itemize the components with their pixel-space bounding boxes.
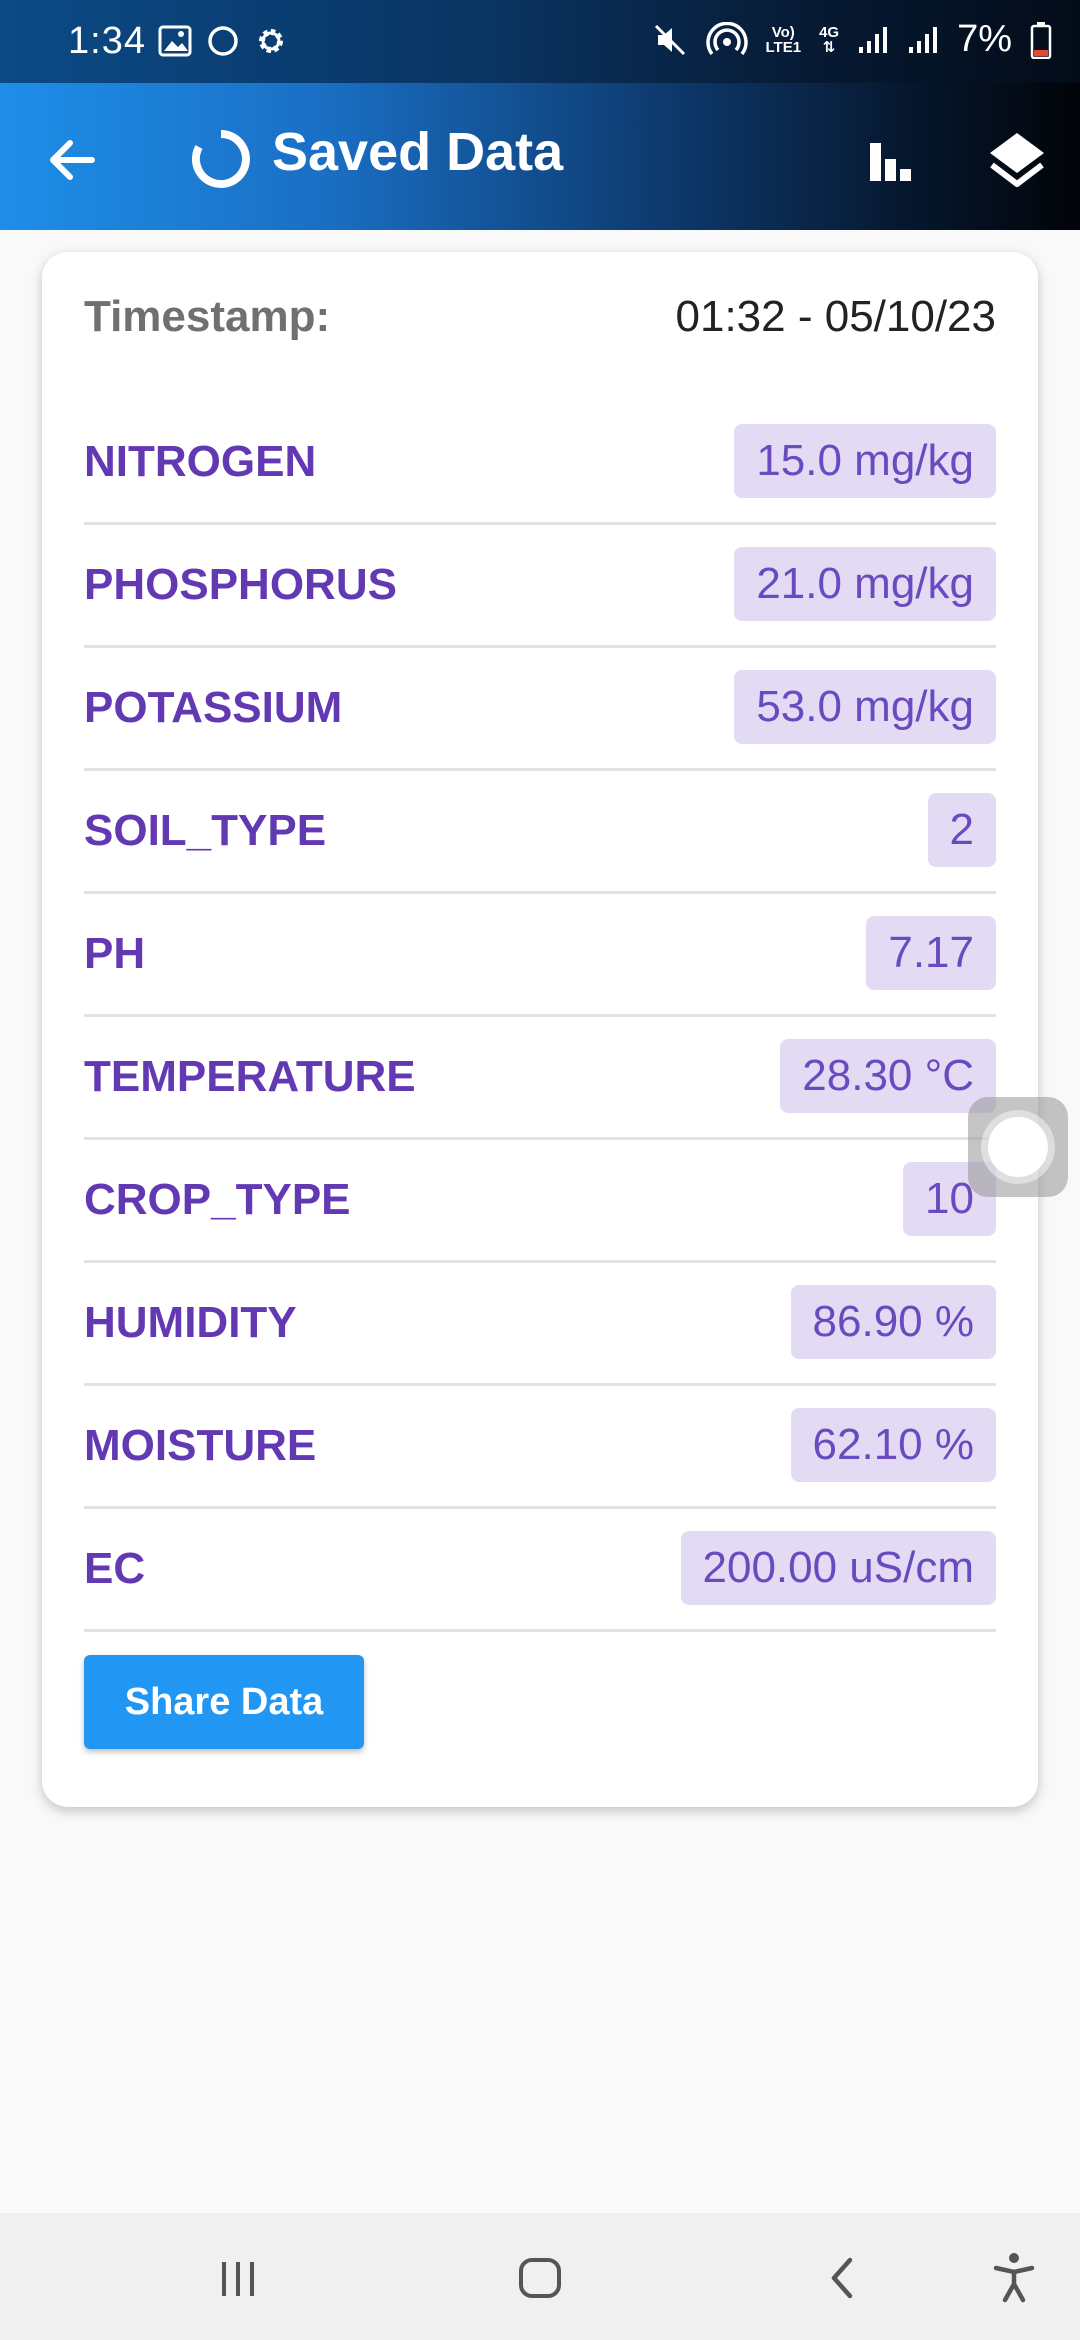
row-value: 15.0 mg/kg bbox=[734, 424, 996, 498]
row-value: 62.10 % bbox=[790, 1408, 996, 1482]
row-label: EC bbox=[84, 1544, 146, 1593]
row-value: 200.00 uS/cm bbox=[680, 1531, 996, 1605]
data-row-ec: EC 200.00 uS/cm bbox=[84, 1509, 996, 1632]
app-bar: Saved Data bbox=[0, 83, 1080, 230]
arrow-left-icon[interactable] bbox=[40, 128, 104, 192]
row-label: PHOSPHORUS bbox=[84, 560, 397, 609]
recent-apps-icon[interactable] bbox=[208, 2248, 268, 2308]
loading-circle-icon bbox=[191, 130, 250, 188]
data-list: NITROGEN 15.0 mg/kg PHOSPHORUS 21.0 mg/k… bbox=[84, 402, 996, 1632]
data-row-crop-type: CROP_TYPE 10 bbox=[84, 1140, 996, 1263]
mute-icon bbox=[654, 24, 685, 55]
gear-icon bbox=[259, 29, 283, 53]
accessibility-icon[interactable] bbox=[984, 2248, 1044, 2308]
timestamp-label: Timestamp: bbox=[84, 292, 331, 341]
data-row-nitrogen: NITROGEN 15.0 mg/kg bbox=[84, 402, 996, 525]
data-row-ph: PH 7.17 bbox=[84, 894, 996, 1017]
row-value: 21.0 mg/kg bbox=[734, 547, 996, 621]
row-label: PH bbox=[84, 929, 146, 978]
row-value: 2 bbox=[927, 793, 996, 867]
row-value: 7.17 bbox=[866, 916, 996, 990]
data-row-soil-type: SOIL_TYPE 2 bbox=[84, 771, 996, 894]
hotspot-icon bbox=[705, 21, 748, 55]
assistive-touch-button[interactable] bbox=[968, 1097, 1068, 1197]
data-row-potassium: POTASSIUM 53.0 mg/kg bbox=[84, 648, 996, 771]
status-time: 1:34 bbox=[68, 20, 146, 62]
share-data-button[interactable]: Share Data bbox=[84, 1655, 364, 1749]
circle-icon bbox=[208, 26, 238, 56]
row-value: 28.30 °C bbox=[780, 1039, 996, 1113]
saved-data-card: Timestamp: 01:32 - 05/10/23 NITROGEN 15.… bbox=[42, 252, 1038, 1807]
battery-icon bbox=[1030, 21, 1052, 59]
row-label: POTASSIUM bbox=[84, 683, 343, 732]
layers-icon[interactable] bbox=[984, 127, 1050, 193]
battery-percentage: 7% bbox=[957, 18, 1012, 60]
row-label: SOIL_TYPE bbox=[84, 806, 327, 855]
bar-chart-icon[interactable] bbox=[860, 131, 920, 191]
system-nav-bar bbox=[0, 2213, 1080, 2340]
network-gen-indicator: 4G ⇅ bbox=[819, 23, 840, 56]
row-label: CROP_TYPE bbox=[84, 1175, 351, 1224]
timestamp-row: Timestamp: 01:32 - 05/10/23 bbox=[84, 292, 996, 352]
timestamp-value: 01:32 - 05/10/23 bbox=[675, 292, 996, 341]
data-row-moisture: MOISTURE 62.10 % bbox=[84, 1386, 996, 1509]
data-row-phosphorus: PHOSPHORUS 21.0 mg/kg bbox=[84, 525, 996, 648]
signal-icon bbox=[909, 26, 938, 53]
signal-icon bbox=[859, 26, 888, 53]
data-row-humidity: HUMIDITY 86.90 % bbox=[84, 1263, 996, 1386]
page-title: Saved Data bbox=[272, 122, 564, 182]
gallery-icon bbox=[158, 25, 192, 57]
volte-indicator: Vo) LTE1 bbox=[765, 23, 802, 56]
back-icon[interactable] bbox=[814, 2248, 874, 2308]
row-label: MOISTURE bbox=[84, 1421, 317, 1470]
row-value: 86.90 % bbox=[790, 1285, 996, 1359]
data-row-temperature: TEMPERATURE 28.30 °C bbox=[84, 1017, 996, 1140]
status-bar: 1:34 Vo) LTE1 4G ⇅ 7% bbox=[0, 0, 1080, 83]
row-value: 53.0 mg/kg bbox=[734, 670, 996, 744]
row-label: TEMPERATURE bbox=[84, 1052, 416, 1101]
row-label: HUMIDITY bbox=[84, 1298, 297, 1347]
row-label: NITROGEN bbox=[84, 437, 317, 486]
home-icon[interactable] bbox=[510, 2248, 570, 2308]
